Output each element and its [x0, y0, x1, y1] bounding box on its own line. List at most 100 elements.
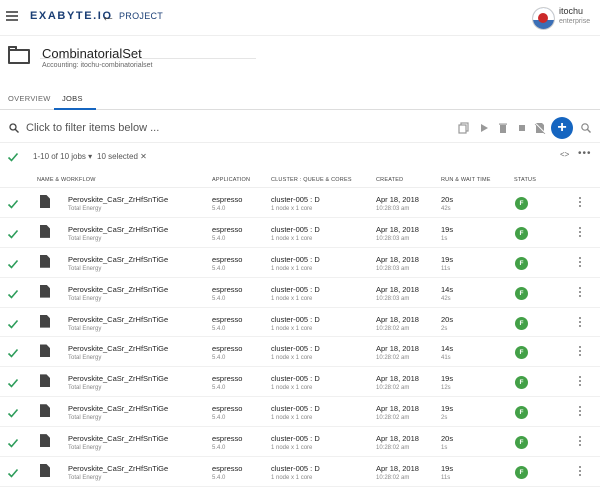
table-row[interactable]: Perovskite_CaSr_ZrHfSnTiGe Total Energy es…	[0, 397, 600, 428]
job-name[interactable]: Perovskite_CaSr_ZrHfSnTiGe	[68, 225, 168, 234]
table-row[interactable]: Perovskite_CaSr_ZrHfSnTiGe Total Energy es…	[0, 457, 600, 487]
row-checkbox[interactable]	[7, 347, 19, 359]
application-version: 5.4.0	[212, 325, 226, 332]
workflow-name: Total Energy	[68, 445, 102, 452]
delete-icon[interactable]	[497, 122, 509, 134]
column-header-status[interactable]: STATUS	[514, 177, 536, 183]
menu-icon[interactable]	[6, 11, 18, 21]
column-header-name[interactable]: NAME & WORKFLOW	[37, 177, 96, 183]
job-name[interactable]: Perovskite_CaSr_ZrHfSnTiGe	[68, 315, 168, 324]
user-name[interactable]: itochu	[559, 6, 583, 16]
application-name: espresso	[212, 284, 243, 294]
zoom-search-icon[interactable]	[580, 122, 592, 134]
row-checkbox[interactable]	[7, 467, 19, 479]
row-menu-icon[interactable]	[576, 256, 584, 269]
row-checkbox[interactable]	[7, 228, 19, 240]
job-name[interactable]: Perovskite_CaSr_ZrHfSnTiGe	[68, 464, 168, 473]
table-row[interactable]: Perovskite_CaSr_ZrHfSnTiGe Total Energy es…	[0, 367, 600, 398]
tab-bar: OVERVIEW JOBS	[0, 88, 600, 110]
run-time: 19s	[441, 404, 454, 414]
avatar[interactable]	[532, 7, 555, 30]
status-badge: F	[515, 197, 528, 210]
cluster-queue: cluster-005 : D	[271, 464, 320, 474]
row-checkbox[interactable]	[7, 407, 19, 419]
user-org: enterprise	[559, 18, 591, 25]
copy-icon[interactable]	[458, 122, 470, 134]
run-time: 14s	[441, 284, 454, 294]
created-date: Apr 18, 2018	[376, 254, 419, 264]
cluster-queue: cluster-005 : D	[271, 254, 320, 264]
play-icon[interactable]	[478, 122, 490, 134]
table-row[interactable]: Perovskite_CaSr_ZrHfSnTiGe Total Energy es…	[0, 427, 600, 458]
table-row[interactable]: Perovskite_CaSr_ZrHfSnTiGe Total Energy es…	[0, 337, 600, 368]
pagination-range[interactable]: 1-10 of 10 jobs ▾	[33, 152, 92, 161]
row-menu-icon[interactable]	[576, 436, 584, 448]
row-menu-icon[interactable]	[576, 197, 584, 209]
workflow-name: Total Energy	[68, 206, 102, 212]
tab-jobs[interactable]: JOBS	[62, 94, 83, 103]
row-menu-icon[interactable]	[576, 406, 584, 418]
add-button[interactable]: +	[551, 117, 573, 139]
row-menu-icon[interactable]	[576, 376, 584, 388]
project-link[interactable]: PROJECT	[119, 11, 163, 21]
job-name[interactable]: Perovskite_CaSr_ZrHfSnTiGe	[68, 255, 168, 264]
filter-input[interactable]	[26, 120, 326, 136]
row-menu-icon[interactable]	[576, 226, 584, 239]
row-checkbox[interactable]	[7, 198, 19, 210]
job-name[interactable]: Perovskite_CaSr_ZrHfSnTiGe	[68, 404, 168, 413]
stop-icon[interactable]	[516, 122, 528, 134]
selected-count[interactable]: 10 selected ✕	[97, 152, 147, 161]
status-badge: F	[515, 226, 528, 240]
cluster-cores: 1 node x 1 core	[271, 475, 313, 482]
document-icon	[40, 434, 50, 448]
application-version: 5.4.0	[212, 295, 226, 302]
status-badge: F	[515, 256, 528, 270]
row-checkbox[interactable]	[7, 437, 19, 449]
job-name[interactable]: Perovskite_CaSr_ZrHfSnTiGe	[68, 434, 168, 443]
column-header-run[interactable]: RUN & WAIT TIME	[441, 177, 491, 183]
run-time: 20s	[441, 195, 454, 204]
created-time: 10:28:02 am	[376, 415, 410, 422]
cluster-cores: 1 node x 1 core	[271, 325, 313, 332]
back-arrow-icon[interactable]: ←	[101, 8, 115, 24]
row-checkbox[interactable]	[7, 377, 19, 389]
created-time: 10:28:03 am	[376, 265, 410, 272]
created-time: 10:28:02 am	[376, 445, 410, 452]
job-name[interactable]: Perovskite_CaSr_ZrHfSnTiGe	[68, 195, 168, 204]
table-row[interactable]: Perovskite_CaSr_ZrHfSnTiGe Total Energy es…	[0, 248, 600, 278]
table-row[interactable]: Perovskite_CaSr_ZrHfSnTiGe Total Energy es…	[0, 278, 600, 308]
selection-bar: 1-10 of 10 jobs ▾ 10 selected ✕ <> •••	[0, 146, 600, 168]
workflow-name: Total Energy	[68, 235, 102, 242]
row-menu-icon[interactable]	[576, 316, 584, 329]
job-name[interactable]: Perovskite_CaSr_ZrHfSnTiGe	[68, 374, 168, 383]
row-checkbox[interactable]	[7, 258, 19, 270]
job-name[interactable]: Perovskite_CaSr_ZrHfSnTiGe	[68, 344, 168, 353]
column-header-cluster[interactable]: CLUSTER : QUEUE & CORES	[271, 177, 352, 183]
column-header-application[interactable]: APPLICATION	[212, 177, 250, 183]
run-time: 14s	[441, 344, 454, 354]
table-row[interactable]: Perovskite_CaSr_ZrHfSnTiGe Total Energy es…	[0, 188, 600, 218]
run-time: 19s	[441, 464, 454, 474]
row-checkbox[interactable]	[7, 288, 19, 300]
application-name: espresso	[212, 224, 243, 234]
table-row[interactable]: Perovskite_CaSr_ZrHfSnTiGe Total Energy es…	[0, 218, 600, 248]
document-icon	[40, 404, 50, 418]
run-time: 20s	[441, 434, 454, 444]
row-checkbox[interactable]	[7, 318, 19, 330]
row-menu-icon[interactable]	[576, 286, 584, 299]
tab-overview[interactable]: OVERVIEW	[8, 94, 51, 103]
workflow-name: Total Energy	[68, 415, 102, 422]
cluster-queue: cluster-005 : D	[271, 314, 320, 324]
workflow-name: Total Energy	[68, 325, 102, 332]
column-header-created[interactable]: CREATED	[376, 177, 403, 183]
table-row[interactable]: Perovskite_CaSr_ZrHfSnTiGe Total Energy es…	[0, 308, 600, 338]
application-name: espresso	[212, 464, 243, 474]
code-toggle-icon[interactable]: <>	[560, 150, 569, 159]
job-name[interactable]: Perovskite_CaSr_ZrHfSnTiGe	[68, 285, 168, 294]
file-off-icon[interactable]	[534, 122, 546, 134]
row-menu-icon[interactable]	[576, 346, 584, 358]
select-all-checkbox[interactable]	[7, 151, 19, 163]
set-header: CombinatorialSet Accounting: itochu-comb…	[0, 38, 600, 83]
more-options-icon[interactable]: •••	[578, 148, 592, 159]
row-menu-icon[interactable]	[576, 466, 584, 478]
